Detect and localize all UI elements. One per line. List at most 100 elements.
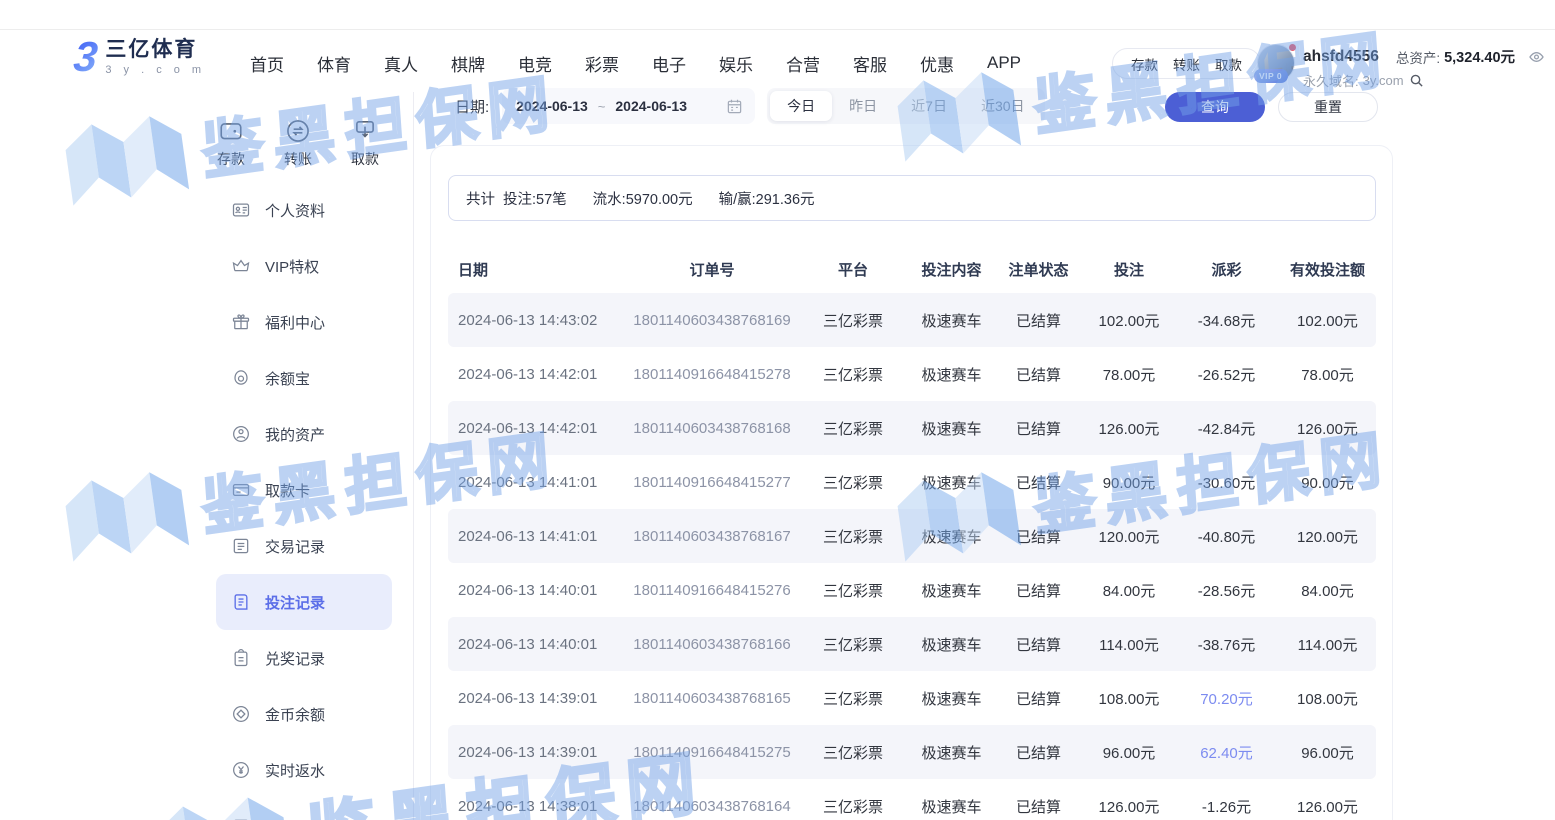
brand-logo[interactable]: 3 三亿体育 3 y . c o m xyxy=(74,36,206,78)
table-row: 2024-06-13 14:40:01 1801140603438768166 … xyxy=(448,617,1376,671)
top-strip xyxy=(0,0,1555,30)
nav-item-service[interactable]: 客服 xyxy=(853,51,887,76)
sidebar-divider xyxy=(413,92,414,820)
payout-cell: -40.80元 xyxy=(1174,526,1279,547)
withdraw-icon xyxy=(352,118,378,144)
assets-label: 总资产: xyxy=(1396,47,1440,67)
coin-icon xyxy=(231,704,251,724)
crown-icon xyxy=(231,256,251,276)
transfer-icon xyxy=(285,118,311,144)
sidebar-item-assets[interactable]: 我的资产 xyxy=(216,406,392,462)
nav-item-sports[interactable]: 体育 xyxy=(317,51,351,76)
range-yesterday[interactable]: 昨日 xyxy=(832,91,894,121)
notification-dot xyxy=(1288,43,1297,52)
watermark-shield-icon xyxy=(59,458,195,586)
bet-records-table: 日期 订单号 平台 投注内容 注单状态 投注 派彩 有效投注额 2024-06-… xyxy=(448,246,1376,820)
reset-button[interactable]: 重置 xyxy=(1278,92,1378,122)
quick-range-group: 今日 昨日 近7日 近30日 xyxy=(767,88,1044,124)
payout-cell: 62.40元 xyxy=(1174,742,1279,763)
nav-item-home[interactable]: 首页 xyxy=(250,51,284,76)
quick-action-transfer[interactable]: 转账 xyxy=(271,118,325,169)
date-range-input[interactable]: 2024-06-13 ~ 2024-06-13 xyxy=(502,88,755,124)
search-button[interactable]: 查询 xyxy=(1165,92,1265,122)
sidebar-item-yuebao[interactable]: 余额宝 xyxy=(216,350,392,406)
sidebar-menu: 个人资料 VIP特权 福利中心 余额宝 xyxy=(216,182,392,820)
watermark-shield-icon xyxy=(59,102,195,230)
nav-item-entertainment[interactable]: 娱乐 xyxy=(719,51,753,76)
id-card-icon xyxy=(231,200,251,220)
assets-value: 5,324.40元 xyxy=(1444,46,1515,67)
partial-icon xyxy=(231,816,251,820)
rebate-icon xyxy=(231,760,251,780)
quick-action-withdraw[interactable]: 取款 xyxy=(338,118,392,169)
user-info: ahsfd4556 总资产: 5,324.40元 永久域名: 3y.com xyxy=(1303,46,1545,90)
sidebar-item-welfare[interactable]: 福利中心 xyxy=(216,294,392,350)
nav-item-slots[interactable]: 电子 xyxy=(652,51,686,76)
header: 3 三亿体育 3 y . c o m 首页 体育 真人 棋牌 电竞 彩票 电子 … xyxy=(0,30,1555,96)
sidebar-item-rebate[interactable]: 实时返水 xyxy=(216,742,392,798)
nav-item-lottery[interactable]: 彩票 xyxy=(585,51,619,76)
summary-total-label: 共计 xyxy=(466,188,495,209)
withdraw-link[interactable]: 取款 xyxy=(1215,54,1242,74)
table-row: 2024-06-13 14:41:01 1801140916648415277 … xyxy=(448,455,1376,509)
sidebar-item-bank-card[interactable]: 取款卡 xyxy=(216,462,392,518)
nav-item-esports[interactable]: 电竞 xyxy=(518,51,552,76)
deposit-link[interactable]: 存款 xyxy=(1131,54,1158,74)
summary-bar: 共计 投注:57笔 流水:5970.00元 输/赢:291.36元 xyxy=(448,175,1376,221)
bet-records-icon xyxy=(231,592,251,612)
quick-action-deposit[interactable]: 存款 xyxy=(204,118,258,169)
range-today[interactable]: 今日 xyxy=(770,91,832,121)
payout-cell: -30.60元 xyxy=(1174,472,1279,493)
domain-value: 3y.com xyxy=(1363,73,1404,88)
table-row: 2024-06-13 14:41:01 1801140603438768167 … xyxy=(448,509,1376,563)
sidebar-item-vip[interactable]: VIP特权 xyxy=(216,238,392,294)
clipboard-icon xyxy=(231,648,251,668)
payout-cell: 70.20元 xyxy=(1174,688,1279,709)
date-to: 2024-06-13 xyxy=(615,98,687,114)
sidebar-item-transactions[interactable]: 交易记录 xyxy=(216,518,392,574)
nav-item-live[interactable]: 真人 xyxy=(384,51,418,76)
eye-icon[interactable] xyxy=(1528,49,1545,65)
sidebar-item-bet-records[interactable]: 投注记录 xyxy=(216,574,392,630)
date-separator: ~ xyxy=(598,99,606,114)
date-label: 日期: xyxy=(455,96,489,117)
table-row: 2024-06-13 14:43:02 1801140603438768169 … xyxy=(448,293,1376,347)
brand-subdomain: 3 y . c o m xyxy=(105,64,205,76)
calendar-icon xyxy=(726,98,743,115)
avatar-wrap[interactable]: VIP 0 xyxy=(1257,44,1297,84)
wallet-icon xyxy=(218,118,244,144)
nav-item-chess[interactable]: 棋牌 xyxy=(451,51,485,76)
sidebar-item-coin-balance[interactable]: 金币余额 xyxy=(216,686,392,742)
main-nav: 首页 体育 真人 棋牌 电竞 彩票 电子 娱乐 合营 客服 优惠 APP xyxy=(250,30,1021,96)
nav-item-app[interactable]: APP xyxy=(987,53,1021,73)
my-assets-icon xyxy=(231,424,251,444)
summary-winloss: 输/赢:291.36元 xyxy=(719,188,815,209)
date-from: 2024-06-13 xyxy=(516,98,588,114)
vip-badge: VIP 0 xyxy=(1254,69,1288,83)
payout-cell: -28.56元 xyxy=(1174,580,1279,601)
table-row: 2024-06-13 14:39:01 1801140603438768165 … xyxy=(448,671,1376,725)
brand-name: 三亿体育 xyxy=(105,38,205,61)
payout-cell: -38.76元 xyxy=(1174,634,1279,655)
range-30days[interactable]: 近30日 xyxy=(964,91,1042,121)
filter-row: 日期: 2024-06-13 ~ 2024-06-13 今日 昨日 近7日 近3… xyxy=(455,88,1045,124)
sidebar-item-redeem-records[interactable]: 兑奖记录 xyxy=(216,630,392,686)
gift-icon xyxy=(231,312,251,332)
table-header: 日期 订单号 平台 投注内容 注单状态 投注 派彩 有效投注额 xyxy=(448,246,1376,293)
yuebao-icon xyxy=(231,368,251,388)
payout-cell: -42.84元 xyxy=(1174,418,1279,439)
table-row: 2024-06-13 14:42:01 1801140603438768168 … xyxy=(448,401,1376,455)
sidebar-item-profile[interactable]: 个人资料 xyxy=(216,182,392,238)
username: ahsfd4556 xyxy=(1303,48,1379,66)
payout-cell: -26.52元 xyxy=(1174,364,1279,385)
sidebar-item-partial[interactable] xyxy=(216,798,392,820)
table-row: 2024-06-13 14:40:01 1801140916648415276 … xyxy=(448,563,1376,617)
transfer-link[interactable]: 转账 xyxy=(1173,54,1200,74)
range-7days[interactable]: 近7日 xyxy=(894,91,964,121)
nav-item-promo[interactable]: 优惠 xyxy=(920,51,954,76)
transaction-list-icon xyxy=(231,536,251,556)
payout-cell: -1.26元 xyxy=(1174,796,1279,817)
search-icon[interactable] xyxy=(1409,73,1424,88)
nav-item-partner[interactable]: 合营 xyxy=(786,51,820,76)
content-card: 共计 投注:57笔 流水:5970.00元 输/赢:291.36元 日期 订单号… xyxy=(430,145,1393,820)
